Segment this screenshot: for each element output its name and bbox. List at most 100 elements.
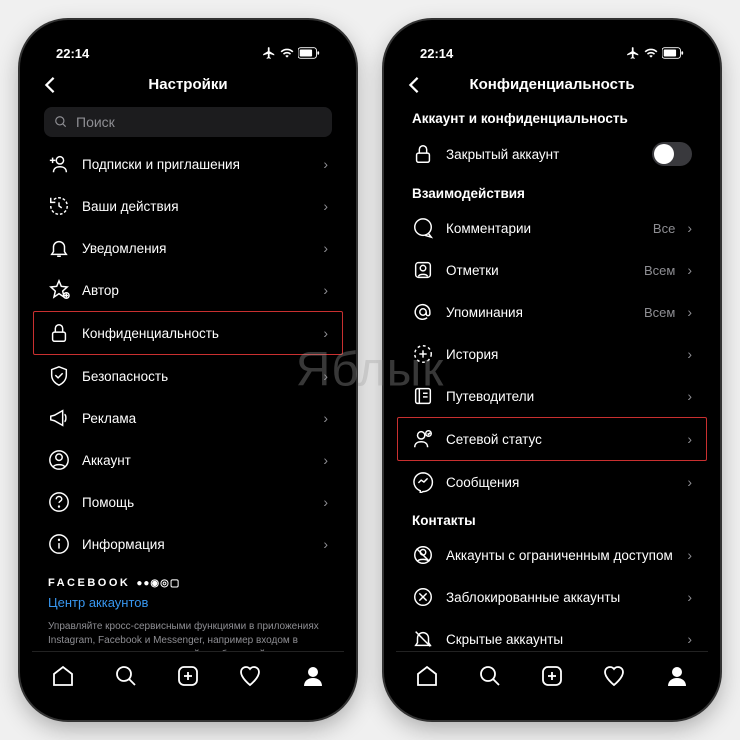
screen-right: 22:14 Конфиденциальность Аккаунт и конфи… [396,32,708,708]
battery-icon [298,47,320,59]
muted-icon [412,628,434,650]
row-mentions[interactable]: Упоминания Всем › [396,291,708,333]
row-label: Безопасность [82,369,311,384]
row-label: Скрытые аккаунты [446,632,675,647]
chevron-right-icon: › [687,346,692,362]
row-guides[interactable]: Путеводители › [396,375,708,417]
row-notifications[interactable]: Уведомления › [32,227,344,269]
row-label: Автор [82,283,311,298]
section-account-privacy: Аккаунт и конфиденциальность [396,101,708,132]
row-account[interactable]: Аккаунт › [32,439,344,481]
row-label: Путеводители [446,389,675,404]
tab-bar [396,651,708,708]
lock-icon [412,143,434,165]
airplane-icon [262,46,276,60]
row-label: Упоминания [446,305,632,320]
row-ads[interactable]: Реклама › [32,397,344,439]
row-label: Реклама [82,411,311,426]
section-interactions: Взаимодействия [396,176,708,207]
row-label: Отметки [446,263,632,278]
profile-icon [665,664,689,688]
tab-bar [32,651,344,708]
row-security[interactable]: Безопасность › [32,355,344,397]
battery-icon [662,47,684,59]
story-icon [412,343,434,365]
row-private-account[interactable]: Закрытый аккаунт [396,132,708,176]
status-time: 22:14 [420,46,453,61]
row-label: Аккаунты с ограниченным доступом [446,548,675,563]
row-restricted[interactable]: Аккаунты с ограниченным доступом › [396,534,708,576]
profile-icon [301,664,325,688]
chevron-right-icon: › [687,631,692,647]
row-creator[interactable]: Автор › [32,269,344,311]
row-label: Закрытый аккаунт [446,147,640,162]
guides-icon [412,385,434,407]
shield-icon [48,365,70,387]
tab-search[interactable] [114,664,138,688]
row-value: Все [653,221,675,236]
tab-new-post[interactable] [176,664,200,688]
row-privacy[interactable]: Конфиденциальность › [33,311,343,355]
plus-square-icon [540,664,564,688]
chevron-right-icon: › [687,431,692,447]
search-icon [478,664,502,688]
row-label: Информация [82,537,311,552]
user-icon [48,449,70,471]
heart-icon [602,664,626,688]
phone-left: 22:14 Настройки Поиск Подписки и приглаш… [20,20,356,720]
tab-home[interactable] [415,664,439,688]
accounts-center-link[interactable]: Центр аккаунтов [32,593,344,618]
tab-home[interactable] [51,664,75,688]
row-help[interactable]: Помощь › [32,481,344,523]
bell-icon [48,237,70,259]
comment-icon [412,217,434,239]
row-value: Всем [644,305,675,320]
row-messages[interactable]: Сообщения › [396,461,708,503]
megaphone-icon [48,407,70,429]
back-button[interactable] [44,76,56,94]
phone-right: 22:14 Конфиденциальность Аккаунт и конфи… [384,20,720,720]
tab-profile[interactable] [665,664,689,688]
help-description: Управляйте кросс-сервисными функциями в … [32,618,344,651]
home-icon [51,664,75,688]
row-activity-status[interactable]: Сетевой статус › [397,417,707,461]
row-subscriptions[interactable]: Подписки и приглашения › [32,143,344,185]
page-title: Настройки [48,76,328,93]
row-tags[interactable]: Отметки Всем › [396,249,708,291]
activity-user-icon [412,428,434,450]
chevron-right-icon: › [687,388,692,404]
status-time: 22:14 [56,46,89,61]
tab-new-post[interactable] [540,664,564,688]
clock-icon [48,195,70,217]
row-label: Ваши действия [82,199,311,214]
chevron-right-icon: › [323,156,328,172]
row-story[interactable]: История › [396,333,708,375]
row-label: Заблокированные аккаунты [446,590,675,605]
toggle-switch[interactable] [652,142,692,166]
chevron-right-icon: › [687,220,692,236]
tab-profile[interactable] [301,664,325,688]
chevron-right-icon: › [323,240,328,256]
row-info[interactable]: Информация › [32,523,344,565]
row-blocked[interactable]: Заблокированные аккаунты › [396,576,708,618]
tab-search[interactable] [478,664,502,688]
tab-activity[interactable] [602,664,626,688]
facebook-product-icons: ●●◉◎▢ [136,578,180,589]
row-label: Сетевой статус [446,432,675,447]
messenger-icon [412,471,434,493]
search-input[interactable]: Поиск [44,107,332,137]
chevron-right-icon: › [323,282,328,298]
lock-icon [48,322,70,344]
status-icons [626,46,684,60]
restricted-icon [412,544,434,566]
back-button[interactable] [408,76,420,94]
row-muted[interactable]: Скрытые аккаунты › [396,618,708,651]
row-activity[interactable]: Ваши действия › [32,185,344,227]
tab-activity[interactable] [238,664,262,688]
chevron-right-icon: › [323,410,328,426]
row-label: Сообщения [446,475,675,490]
row-comments[interactable]: Комментарии Все › [396,207,708,249]
at-icon [412,301,434,323]
row-label: Помощь [82,495,311,510]
airplane-icon [626,46,640,60]
